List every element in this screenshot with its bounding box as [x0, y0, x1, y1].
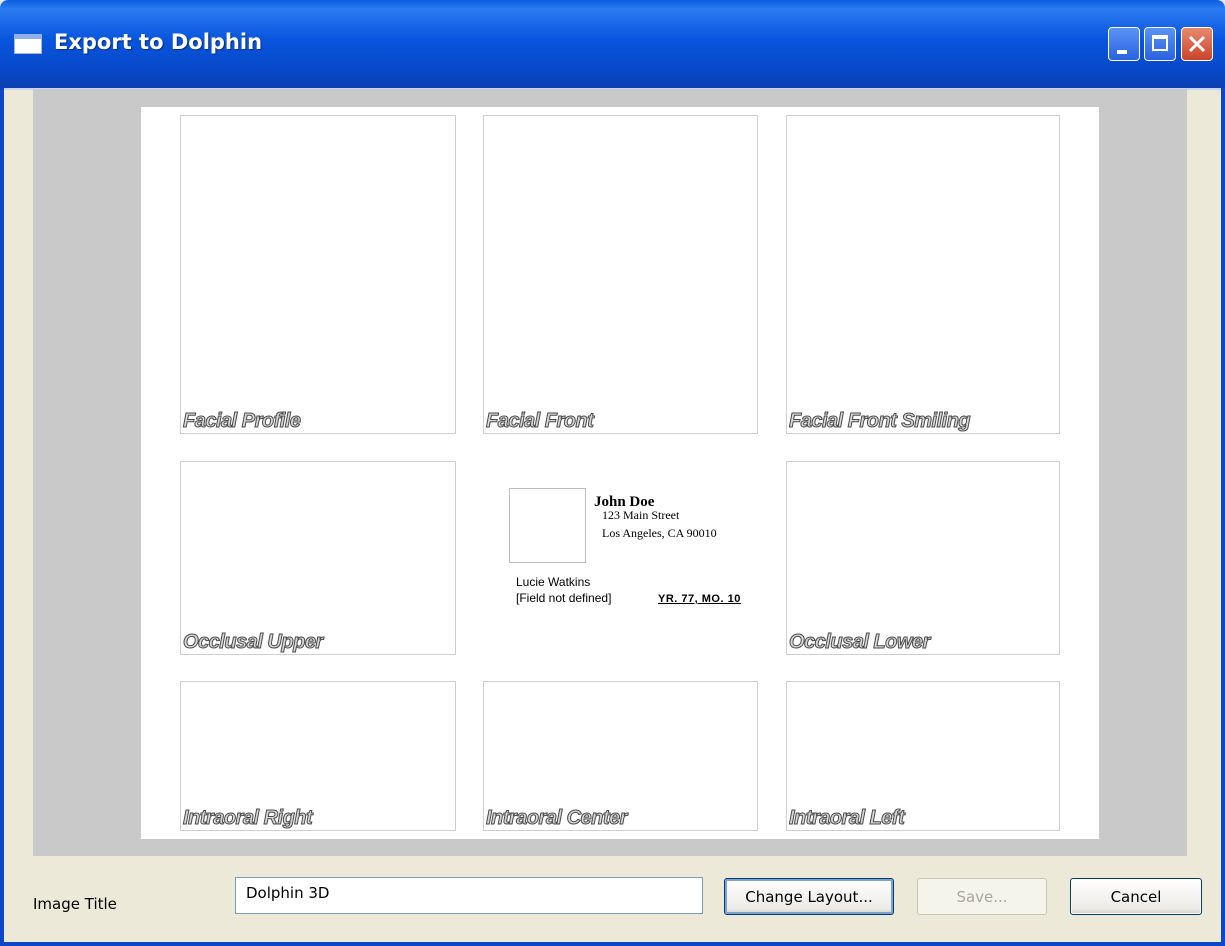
field-not-defined: [Field not defined] — [516, 591, 612, 605]
slot-intraoral-left[interactable]: Intraoral Left — [786, 681, 1060, 831]
window-title: Export to Dolphin — [54, 30, 263, 54]
maximize-button[interactable] — [1144, 27, 1176, 61]
window-frame-bottom — [0, 942, 1225, 946]
window-frame-right — [1221, 88, 1225, 946]
close-icon — [1188, 35, 1206, 53]
title-bar[interactable]: Export to Dolphin — [0, 0, 1225, 88]
cancel-button[interactable]: Cancel — [1070, 878, 1202, 915]
maximize-icon — [1152, 35, 1168, 51]
change-layout-button[interactable]: Change Layout... — [724, 878, 894, 915]
slot-facial-front-smiling[interactable]: Facial Front Smiling — [786, 115, 1060, 434]
slot-label: Facial Front Smiling — [788, 410, 971, 433]
slot-label: Intraoral Left — [788, 807, 905, 830]
slot-occlusal-upper[interactable]: Occlusal Upper — [180, 461, 456, 655]
slot-label: Intraoral Center — [486, 807, 628, 830]
save-button[interactable]: Save... — [917, 878, 1047, 915]
slot-facial-front[interactable]: Facial Front — [483, 115, 758, 434]
minimize-icon — [1117, 50, 1127, 54]
window-icon — [14, 34, 42, 54]
patient-age: YR. 77, MO. 10 — [658, 593, 741, 605]
slot-intraoral-center[interactable]: Intraoral Center — [483, 681, 758, 831]
slot-label: Facial Front — [485, 410, 594, 433]
patient-name: Lucie Watkins — [516, 575, 591, 589]
slot-occlusal-lower[interactable]: Occlusal Lower — [786, 461, 1060, 655]
export-dialog: Export to Dolphin Facial Profile Facial … — [0, 0, 1225, 946]
slot-label: Occlusal Lower — [789, 631, 931, 654]
minimize-button[interactable] — [1108, 27, 1140, 61]
close-button[interactable] — [1181, 27, 1213, 61]
window-frame-left — [0, 88, 4, 946]
practice-address-line1: 123 Main Street — [602, 508, 680, 522]
slot-label: Intraoral Right — [182, 807, 313, 830]
image-title-label: Image Title — [33, 895, 117, 913]
slot-intraoral-right[interactable]: Intraoral Right — [180, 681, 456, 831]
practice-address-line2: Los Angeles, CA 90010 — [602, 526, 717, 540]
slot-facial-profile[interactable]: Facial Profile — [180, 115, 456, 434]
image-title-input[interactable]: Dolphin 3D — [235, 877, 703, 914]
slot-label: Facial Profile — [183, 410, 302, 433]
slot-label: Occlusal Upper — [183, 631, 324, 654]
patient-photo-placeholder — [509, 488, 586, 563]
